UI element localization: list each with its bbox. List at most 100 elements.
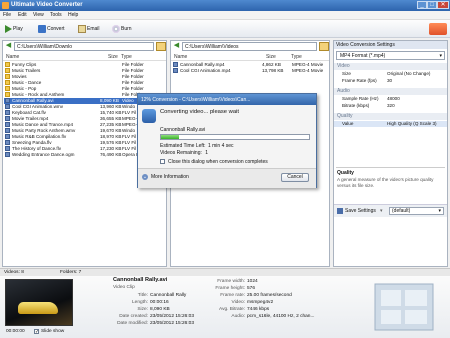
chevron-down-icon: ▾ bbox=[438, 208, 441, 214]
quality-help-heading: Quality bbox=[337, 170, 354, 176]
play-button[interactable]: Play bbox=[2, 22, 36, 35]
settings-property[interactable]: Sample Rate (Hz) 48000 bbox=[334, 96, 447, 102]
destination-column-header: Name Size Type bbox=[171, 54, 329, 61]
file-name: Music - Rock and Anthem bbox=[12, 92, 65, 97]
file-name: Music Dance and Trance.mp4 bbox=[12, 122, 74, 127]
settings-group-header[interactable]: Video bbox=[334, 63, 447, 70]
preset-select[interactable]: (default) ▾ bbox=[389, 207, 444, 215]
settings-property[interactable]: Size Original (No Change) bbox=[334, 71, 447, 77]
file-name: Cool CGI Animation.wmv bbox=[12, 104, 64, 109]
folder-icon bbox=[5, 68, 10, 73]
cancel-button[interactable]: Cancel bbox=[281, 173, 309, 182]
settings-property[interactable]: Bitrate (kbps) 320 bbox=[334, 103, 447, 109]
video-thumbnail[interactable] bbox=[5, 279, 73, 326]
property-name: Value bbox=[342, 121, 354, 126]
time-left-label: Estimated Time Left: bbox=[160, 143, 206, 149]
maximize-button[interactable]: □ bbox=[427, 1, 437, 9]
save-settings-button[interactable]: Save Settings bbox=[345, 208, 376, 214]
dialog-heading: Converting video... please wait bbox=[160, 109, 239, 115]
help-icon[interactable] bbox=[429, 23, 447, 35]
col-size[interactable]: Size bbox=[266, 54, 276, 60]
slide-show-checkbox[interactable]: ✓ bbox=[34, 329, 39, 335]
close-button[interactable]: ✕ bbox=[437, 1, 449, 9]
chevron-down-icon: ▾ bbox=[439, 53, 442, 59]
details-key: Frame height: bbox=[215, 286, 245, 291]
expand-icon[interactable]: ⌄ bbox=[142, 174, 148, 180]
list-item[interactable]: Cool CGI Animation.mp4 13,798 KB MPEG-4 Mo… bbox=[172, 68, 328, 74]
file-name: Funny Clips bbox=[12, 62, 37, 67]
file-size: 27,235 KB bbox=[100, 122, 122, 127]
destination-address-bar[interactable]: C:\Users\William\Videos bbox=[182, 42, 317, 51]
videos-remaining-value: 1 bbox=[205, 150, 209, 156]
file-type: FLV Fil bbox=[122, 110, 137, 115]
folder-up-icon[interactable] bbox=[319, 42, 329, 51]
menu-view[interactable]: View bbox=[33, 12, 44, 18]
file-name: Sneezing Panda.flv bbox=[12, 140, 52, 145]
file-type: FLV Fil bbox=[122, 140, 137, 145]
more-information-link[interactable]: More Information bbox=[151, 174, 189, 180]
toolbar: Play Convert Email Burn bbox=[0, 20, 450, 38]
col-type[interactable]: Type bbox=[121, 54, 132, 60]
email-label: Email bbox=[87, 26, 100, 32]
details-value: 1024 bbox=[247, 279, 258, 284]
file-name: Music Party Rock Anthem.wmv bbox=[12, 128, 76, 133]
quality-help-box: Quality A general measure of the video's… bbox=[336, 167, 445, 201]
details-key: Avg. Bitrate: bbox=[218, 307, 245, 312]
file-type: Video bbox=[122, 98, 134, 103]
col-name[interactable]: Name bbox=[174, 54, 187, 60]
file-name: Music - Dance bbox=[12, 80, 42, 85]
back-arrow-icon[interactable]: ◀ bbox=[4, 42, 13, 51]
email-button[interactable]: Email bbox=[76, 22, 110, 35]
property-value: 320 bbox=[387, 103, 395, 108]
property-name: Size bbox=[342, 71, 351, 76]
details-value: 00:00:16 bbox=[150, 300, 169, 305]
details-key: Frame width: bbox=[217, 279, 245, 284]
dropdown-icon[interactable]: ▾ bbox=[380, 208, 383, 214]
col-size[interactable]: Size bbox=[108, 54, 118, 60]
source-column-header: Name Size Type bbox=[3, 54, 166, 61]
details-key: Video: bbox=[231, 300, 245, 305]
file-name: Music R&B Compilation.flv bbox=[12, 134, 67, 139]
video-file-icon bbox=[5, 110, 10, 115]
file-type: Windo bbox=[122, 128, 136, 133]
menu-file[interactable]: File bbox=[3, 12, 11, 18]
video-file-icon bbox=[5, 116, 10, 121]
film-strip-logo bbox=[365, 276, 445, 336]
videos-remaining: Videos Remaining: 1 bbox=[160, 150, 208, 156]
details-key: Frame rate: bbox=[220, 293, 245, 298]
file-name: Cool CGI Animation.mp4 bbox=[180, 68, 231, 73]
app-icon bbox=[2, 2, 9, 9]
property-name: Sample Rate (Hz) bbox=[342, 96, 379, 101]
save-icon[interactable] bbox=[337, 208, 343, 214]
folder-icon bbox=[5, 86, 10, 91]
menu-tools[interactable]: Tools bbox=[50, 12, 62, 18]
minimize-button[interactable]: _ bbox=[417, 1, 427, 9]
conversion-dialog: 12% Conversion - C:\Users\William\Videos… bbox=[137, 93, 317, 188]
property-value: High Quality (Q Scale 3) bbox=[387, 121, 437, 126]
time-display: 00:00:00 bbox=[6, 329, 25, 334]
file-type: File Folder bbox=[122, 68, 144, 73]
details-key: Size: bbox=[137, 307, 148, 312]
col-name[interactable]: Name bbox=[6, 54, 19, 60]
settings-group-header[interactable]: Audio bbox=[334, 88, 447, 95]
settings-property[interactable]: Frame Rate (fps) 30 bbox=[334, 78, 447, 84]
format-select[interactable]: MP4 Format (*.mp4) ▾ bbox=[336, 51, 445, 60]
folder-up-icon[interactable] bbox=[156, 42, 166, 51]
menu-help[interactable]: Help bbox=[68, 12, 78, 18]
convert-button[interactable]: Convert bbox=[36, 22, 76, 35]
file-type: File Folder bbox=[122, 80, 144, 85]
menu-edit[interactable]: Edit bbox=[18, 12, 27, 18]
close-when-done-checkbox[interactable] bbox=[160, 159, 165, 164]
source-address-bar[interactable]: C:\Users\William\Downlo bbox=[14, 42, 154, 51]
col-type[interactable]: Type bbox=[291, 54, 302, 60]
property-name: Bitrate (kbps) bbox=[342, 103, 370, 108]
settings-group-header[interactable]: Quality bbox=[334, 113, 447, 120]
progress-bar bbox=[160, 134, 310, 140]
settings-save-bar: Save Settings ▾ (default) ▾ bbox=[334, 204, 447, 217]
settings-property[interactable]: Value High Quality (Q Scale 3) bbox=[334, 121, 447, 127]
details-key: Date modified: bbox=[117, 321, 148, 326]
file-type: Windo bbox=[122, 104, 136, 109]
burn-button[interactable]: Burn bbox=[110, 22, 142, 35]
video-file-icon bbox=[173, 62, 178, 67]
back-arrow-icon[interactable]: ◀ bbox=[172, 42, 181, 51]
